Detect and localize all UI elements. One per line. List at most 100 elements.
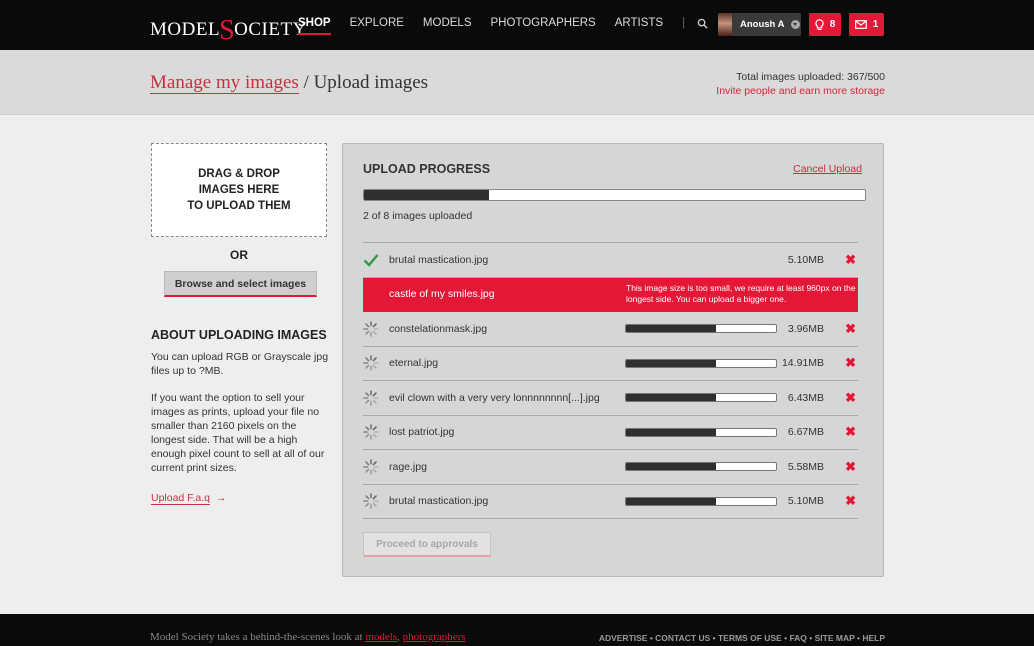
footer-models-link[interactable]: models — [365, 631, 397, 643]
remove-file-icon[interactable]: ✖ — [845, 493, 856, 509]
nav-artists[interactable]: ARTISTS — [615, 17, 663, 35]
file-row: constelationmask.jpg 3.96MB ✖ — [363, 312, 858, 347]
total-uploaded-text: Total images uploaded: 367/500 — [736, 71, 885, 83]
footer-link-terms-of-use[interactable]: TERMS OF USE — [718, 633, 782, 643]
loading-spinner-icon — [363, 355, 379, 372]
model-society-logo[interactable]: MODELSOCIETY — [150, 11, 307, 46]
nav-shop[interactable]: SHOP — [298, 17, 331, 35]
cancel-upload-link[interactable]: Cancel Upload — [793, 163, 862, 175]
file-progress-fill — [626, 325, 716, 333]
file-row: eternal.jpg 14.91MB ✖ — [363, 347, 858, 381]
file-name: constelationmask.jpg — [389, 322, 488, 335]
footer-links: ADVERTISE • CONTACT US • TERMS OF USE • … — [599, 633, 885, 643]
breadcrumb-manage-images-link[interactable]: Manage my images — [150, 72, 299, 94]
file-row: rage.jpg 5.58MB ✖ — [363, 450, 858, 485]
search-icon[interactable] — [697, 18, 708, 29]
ideas-count: 8 — [829, 19, 836, 30]
file-row: brutal mastication.jpg 5.10MB ✖ — [363, 243, 858, 278]
file-name: brutal mastication.jpg — [389, 253, 489, 266]
file-name: castle of my smiles.jpg — [389, 288, 495, 301]
ideas-button[interactable]: 8 — [809, 13, 841, 36]
nav-models[interactable]: MODELS — [423, 17, 472, 35]
page-title: Upload images — [313, 72, 429, 93]
footer-link-help[interactable]: HELP — [862, 633, 885, 643]
user-name: Anoush A — [740, 19, 785, 30]
footer-link-advertise[interactable]: ADVERTISE — [599, 633, 648, 643]
envelope-icon — [854, 20, 867, 29]
chevron-down-icon — [790, 20, 800, 29]
user-menu[interactable]: Anoush A — [718, 13, 801, 36]
file-name: eternal.jpg — [389, 357, 439, 370]
remove-file-icon[interactable]: ✖ — [845, 355, 856, 371]
remove-file-icon[interactable]: ✖ — [845, 321, 856, 337]
file-size: 5.10MB — [787, 253, 824, 266]
arrow-right-icon: → — [215, 492, 227, 504]
nav-photographers[interactable]: PHOTOGRAPHERS — [491, 17, 596, 35]
file-name: evil clown with a very very lonnnnnnnn[.… — [389, 391, 600, 404]
drop-line-1: DRAG & DROP — [198, 168, 280, 180]
footer: Model Society takes a behind-the-scenes … — [0, 614, 1034, 646]
page-header: Manage my images / Upload images Total i… — [0, 50, 1034, 115]
file-list: brutal mastication.jpg 5.10MB ✖ castle of m… — [363, 242, 858, 519]
file-row: brutal mastication.jpg 5.10MB ✖ — [363, 485, 858, 519]
drop-line-3: TO UPLOAD THEM — [187, 200, 291, 212]
upload-progress-title: UPLOAD PROGRESS — [363, 162, 491, 176]
overall-progress-bar — [363, 189, 866, 201]
remove-file-icon[interactable]: ✖ — [845, 390, 856, 406]
loading-spinner-icon — [363, 389, 379, 406]
upload-faq-link[interactable]: Upload F.a.q → — [151, 492, 227, 505]
footer-dot-separator: • — [806, 633, 815, 643]
main-nav: SHOP EXPLORE MODELS PHOTOGRAPHERS ARTIST… — [298, 17, 708, 35]
footer-tagline: Model Society takes a behind-the-scenes … — [150, 631, 466, 643]
storage-stats: Total images uploaded: 367/500 Invite pe… — [716, 70, 885, 98]
proceed-to-approvals-button[interactable]: Proceed to approvals — [363, 532, 491, 557]
file-progress-bar — [625, 462, 777, 472]
file-size: 5.10MB — [787, 495, 824, 508]
avatar — [718, 13, 732, 36]
logo-s-mark: S — [219, 15, 236, 46]
about-paragraph-1: You can upload RGB or Grayscale jpg file… — [151, 351, 329, 377]
upload-progress-panel: UPLOAD PROGRESS Cancel Upload 2 of 8 ima… — [342, 143, 884, 577]
remove-file-icon[interactable]: ✖ — [845, 459, 856, 475]
error-message: This image size is too small, we require… — [626, 282, 856, 304]
file-progress-fill — [626, 359, 716, 367]
browse-images-button[interactable]: Browse and select images — [164, 271, 317, 297]
footer-link-site-map[interactable]: SITE MAP — [815, 633, 855, 643]
remove-file-icon[interactable]: ✖ — [845, 252, 856, 268]
file-progress-fill — [626, 428, 716, 436]
nav-explore[interactable]: EXPLORE — [350, 17, 404, 35]
file-progress-bar — [625, 496, 777, 506]
file-progress-fill — [626, 463, 716, 471]
nav-separator: | — [682, 17, 686, 29]
overall-progress-fill — [364, 190, 490, 200]
file-name: brutal mastication.jpg — [389, 495, 489, 508]
loading-spinner-icon — [363, 424, 379, 441]
footer-link-contact-us[interactable]: CONTACT US — [655, 633, 710, 643]
file-progress-fill — [626, 394, 716, 402]
file-size: 14.91MB — [781, 357, 824, 370]
footer-link-faq[interactable]: FAQ — [789, 633, 806, 643]
footer-photographers-link[interactable]: photographers — [403, 631, 466, 643]
checkmark-icon — [363, 253, 379, 267]
upload-count-text: 2 of 8 images uploaded — [363, 210, 473, 222]
loading-spinner-icon — [363, 493, 379, 510]
breadcrumb: Manage my images / Upload images — [150, 72, 428, 94]
invite-link[interactable]: Invite people and earn more storage — [716, 84, 885, 98]
file-progress-bar — [625, 324, 777, 334]
file-size: 3.96MB — [787, 322, 824, 335]
lightbulb-icon — [815, 18, 824, 30]
logo-text-model: MODEL — [150, 19, 221, 40]
footer-dot-separator: • — [710, 633, 718, 643]
file-progress-bar — [625, 393, 777, 403]
file-row: lost patriot.jpg 6.67MB ✖ — [363, 416, 858, 450]
file-progress-fill — [626, 497, 716, 505]
drag-drop-zone[interactable]: DRAG & DROP IMAGES HERE TO UPLOAD THEM — [151, 143, 327, 237]
or-divider: OR — [230, 248, 248, 262]
file-row: castle of my smiles.jpg This image size i… — [363, 277, 858, 312]
file-size: 6.43MB — [787, 391, 824, 404]
messages-button[interactable]: 1 — [849, 13, 884, 36]
remove-file-icon[interactable]: ✖ — [845, 424, 856, 440]
file-name: lost patriot.jpg — [389, 426, 455, 439]
loading-spinner-icon — [363, 320, 379, 337]
messages-count: 1 — [872, 19, 879, 30]
